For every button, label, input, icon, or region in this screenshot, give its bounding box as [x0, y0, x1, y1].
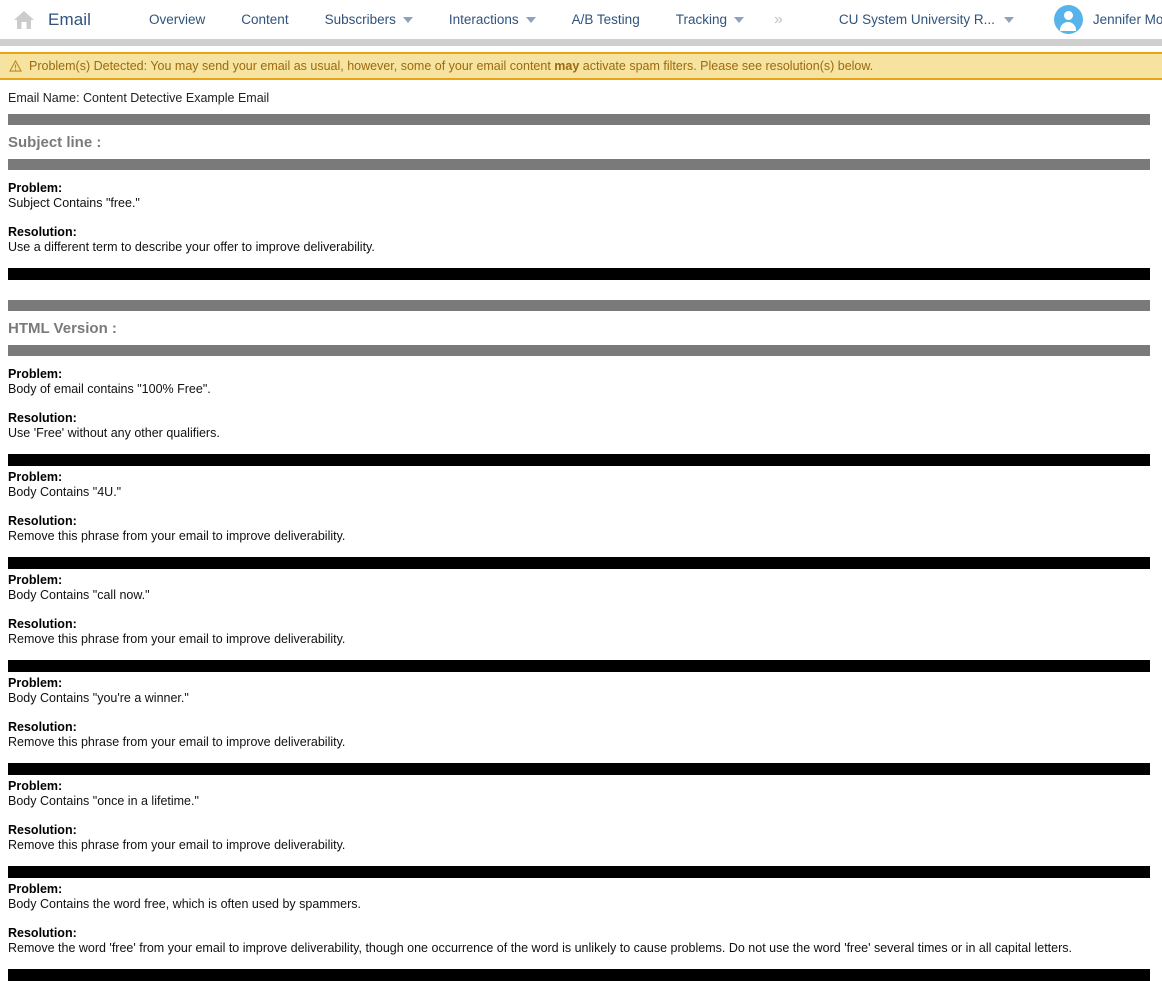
- alert-text-before: Problem(s) Detected: You may send your e…: [29, 59, 555, 73]
- problem-label: Problem:: [8, 676, 63, 690]
- resolution-text: Remove this phrase from your email to im…: [8, 735, 346, 749]
- resolution-label: Resolution:: [8, 720, 77, 734]
- account-label: CU System University R...: [838, 12, 995, 27]
- issue-block: Problem: Body Contains "you're a winner.…: [8, 672, 1154, 763]
- problem-alert-banner: Problem(s) Detected: You may send your e…: [0, 52, 1162, 80]
- chevron-down-icon: [733, 16, 744, 23]
- email-name: Email Name: Content Detective Example Em…: [8, 91, 270, 105]
- nav-item-overview[interactable]: Overview: [131, 0, 223, 39]
- nav-item-subscribers[interactable]: Subscribers: [307, 0, 431, 39]
- issue-block: Problem: Body Contains "call now." Resol…: [8, 569, 1154, 660]
- alert-emphasis: may: [554, 59, 580, 73]
- resolution-text: Remove this phrase from your email to im…: [8, 529, 346, 543]
- problem-text: Body Contains "once in a lifetime.": [8, 794, 199, 808]
- header-underline: [0, 39, 1162, 46]
- resolution-text: Remove this phrase from your email to im…: [8, 632, 346, 646]
- issue-separator-bar: [8, 557, 1150, 569]
- user-name: Jennifer Mortensen: [1092, 12, 1162, 27]
- nav-label: Overview: [149, 12, 206, 27]
- resolution-text: Use a different term to describe your of…: [8, 240, 375, 254]
- nav-label: Subscribers: [324, 12, 396, 27]
- home-icon[interactable]: [13, 10, 35, 30]
- chevron-down-icon: [525, 16, 536, 23]
- issue-block: Problem: Subject Contains "free." Resolu…: [8, 170, 1154, 268]
- section-title-html-version: HTML Version :: [8, 320, 117, 337]
- problem-label: Problem:: [8, 367, 63, 381]
- resolution-label: Resolution:: [8, 926, 77, 940]
- problem-text: Body Contains "call now.": [8, 588, 150, 602]
- nav-item-ab-testing[interactable]: A/B Testing: [554, 0, 658, 39]
- issue-block: Problem: Body of email contains "100% Fr…: [8, 356, 1154, 454]
- problem-label: Problem:: [8, 181, 63, 195]
- issue-separator-bar: [8, 454, 1150, 466]
- chevron-down-icon: [1003, 16, 1014, 23]
- problem-text: Body Contains "4U.": [8, 485, 122, 499]
- section-bar-bottom: [8, 159, 1150, 170]
- resolution-text: Remove this phrase from your email to im…: [8, 838, 346, 852]
- nav-item-tracking[interactable]: Tracking: [658, 0, 762, 39]
- nav-label: Interactions: [448, 12, 519, 27]
- resolution-text: Remove the word 'free' from your email t…: [8, 941, 1072, 955]
- problem-label: Problem:: [8, 573, 63, 587]
- resolution-label: Resolution:: [8, 514, 77, 528]
- alert-text-after: activate spam filters. Please see resolu…: [579, 59, 874, 73]
- problem-label: Problem:: [8, 470, 63, 484]
- resolution-label: Resolution:: [8, 225, 77, 239]
- problem-text: Subject Contains "free.": [8, 196, 140, 210]
- resolution-text: Use 'Free' without any other qualifiers.: [8, 426, 220, 440]
- issue-separator-bar: [8, 268, 1150, 280]
- resolution-label: Resolution:: [8, 823, 77, 837]
- issue-separator-bar: [8, 660, 1150, 672]
- problem-label: Problem:: [8, 779, 63, 793]
- section-bar-top: [8, 300, 1150, 311]
- resolution-label: Resolution:: [8, 617, 77, 631]
- problem-text: Body Contains the word free, which is of…: [8, 897, 361, 911]
- nav-overflow-icon[interactable]: »: [762, 11, 795, 29]
- section-bar-bottom: [8, 345, 1150, 356]
- avatar: [1053, 5, 1083, 34]
- account-selector[interactable]: CU System University R...: [839, 12, 1014, 27]
- app-title: Email: [48, 9, 92, 29]
- issue-block: Problem: Body Contains "4U." Resolution:…: [8, 466, 1154, 557]
- resolution-label: Resolution:: [8, 411, 77, 425]
- content-detective-report: Email Name: Content Detective Example Em…: [0, 80, 1162, 981]
- nav-label: Tracking: [675, 12, 727, 27]
- problem-label: Problem:: [8, 882, 63, 896]
- issue-block: Problem: Body Contains "once in a lifeti…: [8, 775, 1154, 866]
- app-header: Email Overview Content Subscribers Inter…: [0, 0, 1162, 39]
- issue-block: Problem: Body Contains the word free, wh…: [8, 878, 1154, 969]
- chevron-down-icon: [402, 16, 413, 23]
- user-menu[interactable]: Jennifer Mortensen: [1053, 5, 1162, 34]
- alert-text: Problem(s) Detected: You may send your e…: [29, 59, 873, 73]
- issue-separator-bar: [8, 969, 1150, 981]
- nav-item-interactions[interactable]: Interactions: [431, 0, 554, 39]
- section-title-subject-line: Subject line :: [8, 134, 102, 151]
- issue-separator-bar: [8, 763, 1150, 775]
- issue-separator-bar: [8, 866, 1150, 878]
- section-bar-top: [8, 114, 1150, 125]
- main-nav: Overview Content Subscribers Interaction…: [131, 0, 795, 39]
- problem-text: Body of email contains "100% Free".: [8, 382, 211, 396]
- nav-item-content[interactable]: Content: [223, 0, 306, 39]
- nav-label: Content: [241, 12, 289, 27]
- nav-label: A/B Testing: [571, 12, 640, 27]
- warning-triangle-icon: [9, 60, 22, 72]
- problem-text: Body Contains "you're a winner.": [8, 691, 189, 705]
